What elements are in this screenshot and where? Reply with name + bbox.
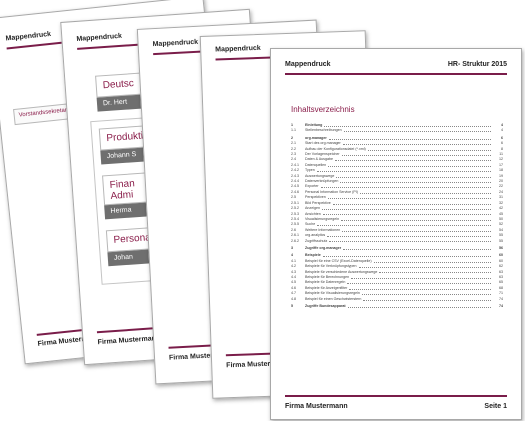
- footer-company: Firma Muster: [168, 352, 214, 362]
- toc-page-number: 74: [499, 304, 503, 308]
- toc-text: Beispiel für einen Geschwisterstern: [305, 296, 362, 301]
- toc-leader-dots: [332, 201, 491, 205]
- toc-leader-dots: [341, 217, 491, 221]
- toc-leader-dots: [327, 233, 491, 238]
- toc-number: 3: [291, 245, 293, 250]
- toc-leader-dots: [324, 123, 491, 127]
- page-header-title: Mappendruck: [76, 32, 123, 43]
- page-header-title: Mappendruck: [285, 61, 331, 68]
- toc-leader-dots: [327, 195, 491, 200]
- toc-leader-dots: [367, 147, 491, 151]
- toc-heading: Inhaltsverzeichnis: [291, 105, 355, 114]
- toc-leader-dots: [316, 168, 491, 173]
- toc-text: Stellenbeschreibungen: [305, 128, 342, 133]
- toc-page-number: 55: [499, 238, 503, 243]
- toc-leader-dots: [373, 259, 491, 263]
- page-toc: Mappendruck HR- Struktur 2015 Inhaltsver…: [270, 48, 522, 420]
- toc-page-number: 74: [499, 296, 503, 301]
- toc-row: 2.6.2 Zugriffsschutz 55: [291, 239, 503, 244]
- toc-leader-dots: [349, 286, 491, 290]
- org-finanzen-line2: Admi: [110, 189, 134, 202]
- toc-leader-dots: [322, 212, 491, 216]
- toc-row: 1.1 Stellenbeschreibungen 4: [291, 128, 503, 133]
- toc-leader-dots: [329, 239, 491, 243]
- toc-leader-dots: [322, 253, 491, 258]
- toc-number: 1.1: [291, 128, 296, 133]
- footer-company: Firma Mustermann: [97, 334, 161, 347]
- page-header-title: Mappendruck: [215, 44, 261, 54]
- toc-leader-dots: [334, 157, 491, 162]
- footer-page-number: Seite 1: [484, 403, 507, 410]
- page-header-title: Mappendruck: [5, 30, 52, 43]
- toc-number: 2.6.2: [291, 238, 299, 243]
- toc-leader-dots: [361, 291, 491, 296]
- table-of-contents: 1 Einleitung 4 1.1 Stellenbeschreibungen 4 2 or…: [291, 121, 503, 309]
- toc-leader-dots: [341, 152, 491, 156]
- toc-row: 3 Zugriffe org.manager 56: [291, 246, 503, 251]
- toc-leader-dots: [351, 275, 491, 279]
- toc-number: 4.8: [291, 296, 296, 301]
- toc-leader-dots: [363, 297, 491, 301]
- toc-leader-dots: [347, 304, 491, 308]
- toc-leader-dots: [379, 270, 491, 274]
- footer-rule: [285, 395, 507, 397]
- toc-number: 5: [291, 304, 293, 308]
- toc-leader-dots: [328, 136, 491, 140]
- toc-page-number: 56: [499, 245, 503, 250]
- toc-leader-dots: [317, 222, 491, 227]
- toc-leader-dots: [343, 246, 491, 250]
- toc-leader-dots: [342, 228, 491, 232]
- toc-leader-dots: [358, 264, 491, 269]
- toc-leader-dots: [347, 280, 491, 285]
- toc-leader-dots: [342, 141, 491, 146]
- toc-row: 5 Zugriffe Bundesapparat 74: [291, 304, 503, 309]
- footer-company: Firma Mustermann: [285, 403, 348, 410]
- toc-text: Zugriffe Bundesapparat: [305, 304, 346, 308]
- toc-leader-dots: [359, 190, 491, 194]
- header-rule: [285, 73, 507, 75]
- page-header-title: Mappendruck: [152, 38, 199, 49]
- page-header-right: HR- Struktur 2015: [447, 61, 507, 68]
- toc-leader-dots: [340, 179, 491, 183]
- toc-leader-dots: [328, 163, 491, 167]
- toc-leader-dots: [343, 128, 491, 133]
- toc-leader-dots: [320, 184, 491, 189]
- toc-row: 4.8 Beispiel für einen Geschwisterstern 74: [291, 297, 503, 302]
- toc-leader-dots: [336, 174, 491, 178]
- toc-text: Zugriffsschutz: [305, 238, 328, 243]
- toc-text: Zugriffe org.manager: [305, 245, 342, 250]
- toc-page-number: 4: [501, 128, 503, 133]
- toc-leader-dots: [322, 206, 491, 210]
